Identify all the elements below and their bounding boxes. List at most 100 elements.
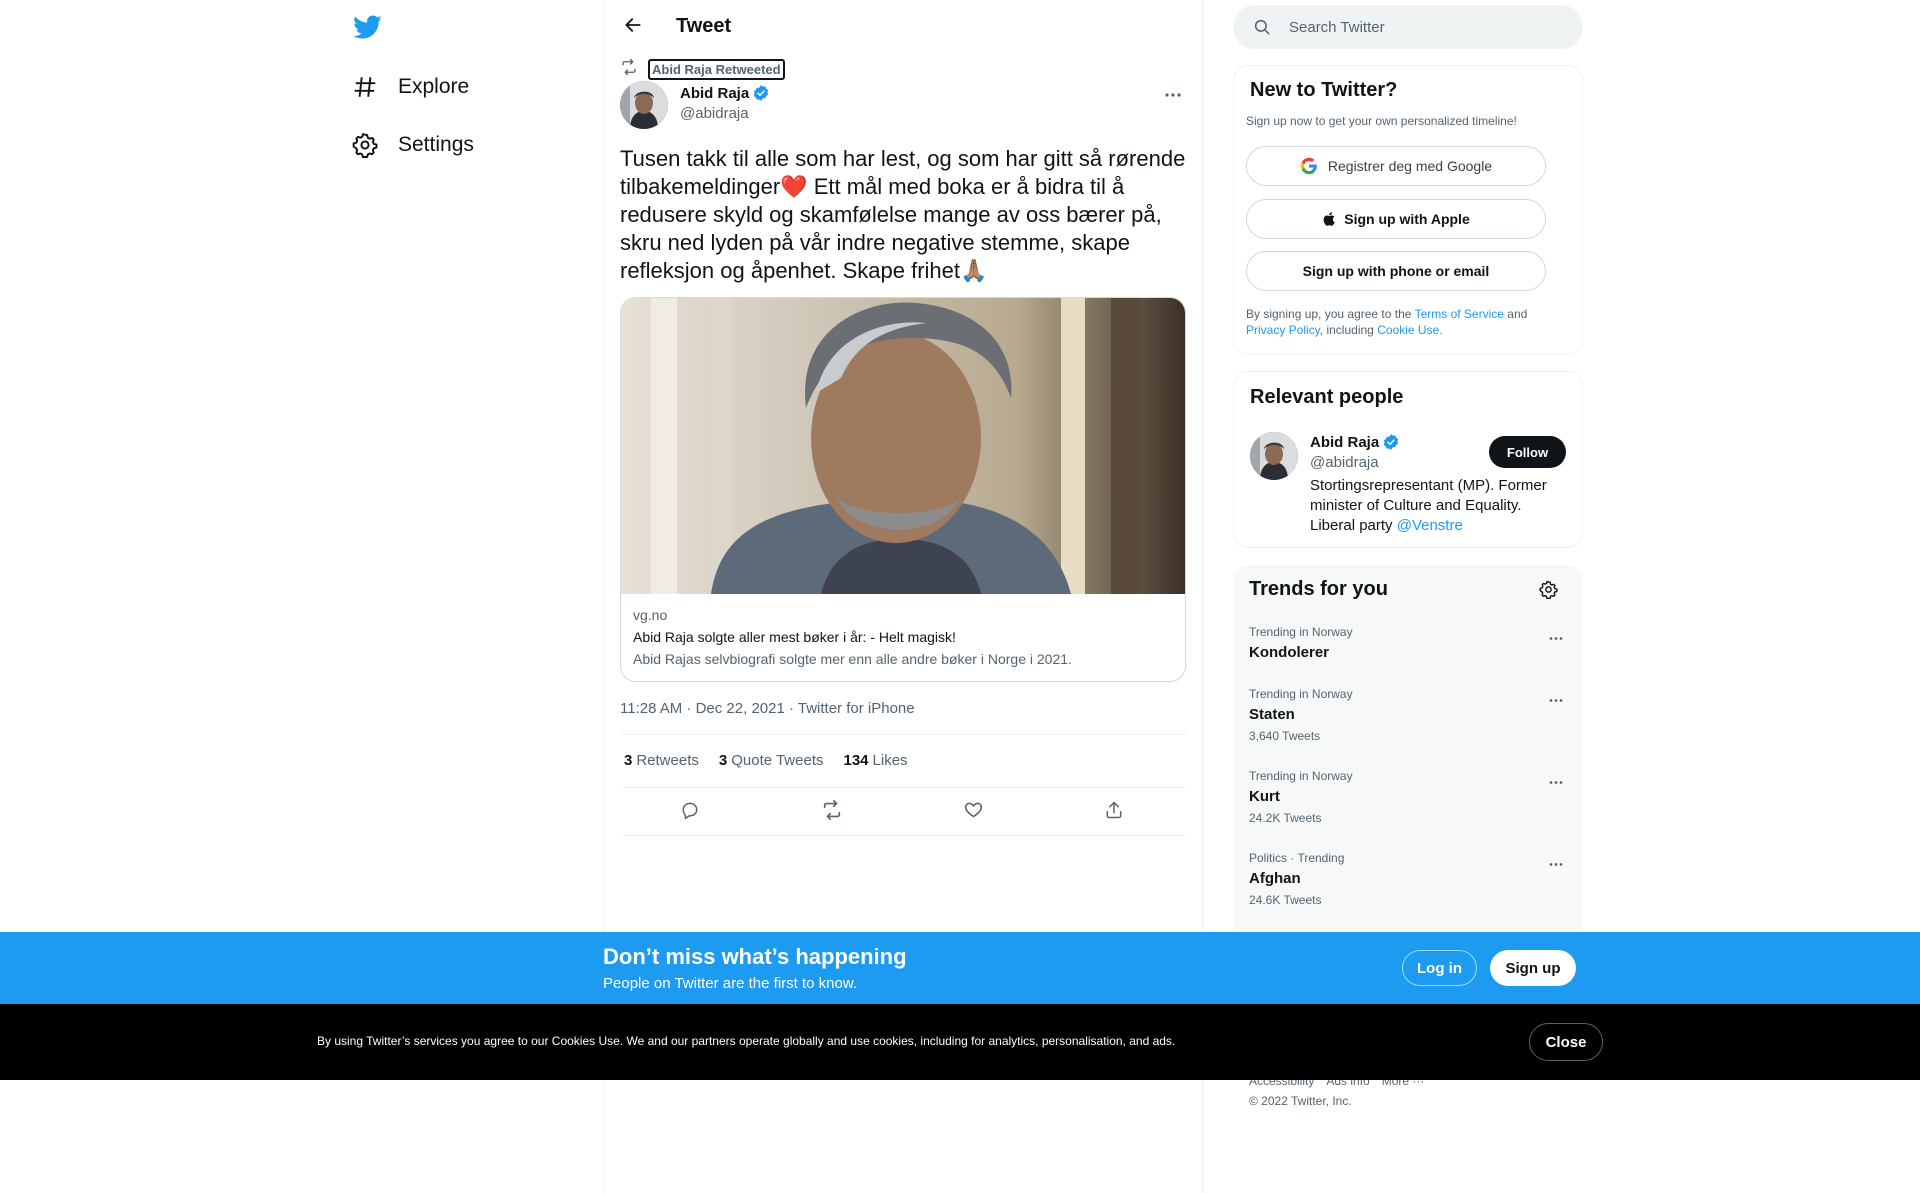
trend-meta: Politics · Trending <box>1249 851 1345 865</box>
google-signup-button[interactable]: Registrer deg med Google <box>1246 146 1546 186</box>
divider <box>620 835 1188 836</box>
google-icon <box>1300 157 1318 175</box>
card-domain: vg.no <box>633 607 668 623</box>
more-icon <box>1548 772 1564 790</box>
gear-icon <box>352 132 378 158</box>
trend-name: Afghan <box>1249 870 1301 887</box>
relevant-people-title: Relevant people <box>1250 386 1404 408</box>
trend-name: Staten <box>1249 706 1295 723</box>
likes-stat[interactable]: 134 Likes <box>844 752 908 769</box>
page-title: Tweet <box>676 15 732 37</box>
relevant-person-handle[interactable]: @abidraja <box>1310 454 1379 471</box>
trend-name: Kurt <box>1249 788 1280 805</box>
back-button[interactable] <box>618 12 648 42</box>
trend-more-button[interactable] <box>1543 853 1569 873</box>
nav-explore[interactable]: Explore <box>352 62 469 112</box>
quotes-count: 3 <box>718 752 728 769</box>
trend-name: Kondolerer <box>1249 644 1330 661</box>
relevant-person-name-text[interactable]: Abid Raja <box>1310 434 1379 451</box>
reply-button[interactable] <box>677 799 703 825</box>
nav-settings-label: Settings <box>398 133 474 156</box>
cookie-banner: By using Twitter’s services you agree to… <box>0 1004 1920 1080</box>
author-name-text[interactable]: Abid Raja <box>680 85 749 102</box>
divider <box>620 787 1188 788</box>
quote-tweets-stat[interactable]: 3 Quote Tweets <box>719 752 824 769</box>
trend-meta: Trending in Norway <box>1249 687 1353 701</box>
trend-meta: Trending in Norway <box>1249 625 1353 639</box>
apple-signup-label: Sign up with Apple <box>1344 211 1470 227</box>
legal-and: and <box>1507 307 1528 321</box>
cookie-link[interactable]: Cookie Use. <box>1377 323 1442 337</box>
divider <box>620 734 1188 735</box>
nav-explore-label: Explore <box>398 75 470 98</box>
trend-count: 24.2K Tweets <box>1249 811 1322 825</box>
follow-button[interactable]: Follow <box>1489 436 1566 468</box>
verified-badge-icon <box>752 84 770 102</box>
more-icon <box>1548 690 1564 708</box>
legal-prefix: By signing up, you agree to the <box>1246 307 1412 321</box>
likes-count: 134 <box>843 752 869 769</box>
relevant-person-name[interactable]: Abid Raja <box>1310 433 1400 451</box>
heart-icon <box>963 799 984 825</box>
author-avatar[interactable] <box>620 81 668 129</box>
trends-title: Trends for you <box>1249 578 1388 600</box>
login-button[interactable]: Log in <box>1402 950 1477 986</box>
search-input[interactable] <box>1289 5 1569 49</box>
signup-banner: Don’t miss what’s happening People on Tw… <box>0 932 1920 1004</box>
link-card[interactable]: vg.no Abid Raja solgte aller mest bøker … <box>620 297 1186 682</box>
tweet-more-button[interactable] <box>1158 82 1188 106</box>
relevant-person-avatar[interactable] <box>1250 432 1298 480</box>
card-description: Abid Rajas selvbiografi solgte mer enn a… <box>633 651 1072 667</box>
retweet-context: Abid Raja Retweeted <box>620 58 785 81</box>
trend-count: 24.6K Tweets <box>1249 893 1322 907</box>
tweet-stats: 3 Retweets 3 Quote Tweets 134 Likes <box>624 752 908 769</box>
search-icon <box>1253 18 1271 41</box>
copyright: © 2022 Twitter, Inc. <box>1249 1094 1352 1108</box>
retweeted-by-link[interactable]: Abid Raja Retweeted <box>648 59 785 80</box>
signup-button[interactable]: Sign up <box>1490 950 1576 986</box>
apple-signup-button[interactable]: Sign up with Apple <box>1246 199 1546 239</box>
arrow-left-icon <box>623 15 643 40</box>
phone-signup-button[interactable]: Sign up with phone or email <box>1246 251 1546 291</box>
retweet-icon <box>821 799 843 826</box>
retweet-button[interactable] <box>819 799 845 825</box>
google-signup-label: Registrer deg med Google <box>1327 158 1493 174</box>
verified-badge-icon <box>1382 433 1400 451</box>
share-icon <box>1104 800 1124 825</box>
trend-count: 3,640 Tweets <box>1249 729 1321 743</box>
legal-including: , including <box>1319 323 1374 337</box>
tweet-text: Tusen takk til alle som har lest, og som… <box>620 146 1186 283</box>
twitter-logo-icon[interactable] <box>352 12 384 44</box>
trend-more-button[interactable] <box>1543 689 1569 709</box>
phone-signup-label: Sign up with phone or email <box>1302 263 1490 279</box>
share-button[interactable] <box>1101 799 1127 825</box>
likes-label: Likes <box>872 752 908 769</box>
relevant-people-panel: Relevant people Abid Raja @abidraja Foll… <box>1233 371 1583 548</box>
more-icon <box>1548 628 1564 646</box>
tweet-timestamp[interactable]: 11:28 AM · Dec 22, 2021 · Twitter for iP… <box>620 700 915 717</box>
signup-banner-title: Don’t miss what’s happening <box>603 944 907 969</box>
terms-link[interactable]: Terms of Service <box>1415 307 1504 321</box>
trend-more-button[interactable] <box>1543 771 1569 791</box>
gear-icon <box>1538 580 1558 604</box>
nav-settings[interactable]: Settings <box>352 120 474 170</box>
signup-banner-subtitle: People on Twitter are the first to know. <box>603 975 858 992</box>
retweets-stat[interactable]: 3 Retweets <box>624 752 699 769</box>
search-box[interactable] <box>1233 5 1583 49</box>
cookie-close-button[interactable]: Close <box>1529 1023 1603 1061</box>
new-to-twitter-title: New to Twitter? <box>1250 79 1398 101</box>
privacy-link[interactable]: Privacy Policy <box>1246 323 1320 337</box>
like-button[interactable] <box>960 799 986 825</box>
reply-icon <box>680 800 700 825</box>
more-icon <box>1548 854 1564 872</box>
trends-settings-button[interactable] <box>1535 579 1561 605</box>
new-to-twitter-subtitle: Sign up now to get your own personalized… <box>1246 114 1517 128</box>
hashtag-icon <box>352 74 378 100</box>
author-name[interactable]: Abid Raja <box>680 84 770 102</box>
card-title: Abid Raja solgte aller mest bøker i år: … <box>633 629 956 645</box>
trend-more-button[interactable] <box>1543 627 1569 647</box>
author-handle[interactable]: @abidraja <box>680 105 749 122</box>
trend-meta: Trending in Norway <box>1249 769 1353 783</box>
bio-mention-link[interactable]: @Venstre <box>1397 517 1463 534</box>
trends-panel: Trends for you Trending in Norway Kondol… <box>1233 565 1583 985</box>
